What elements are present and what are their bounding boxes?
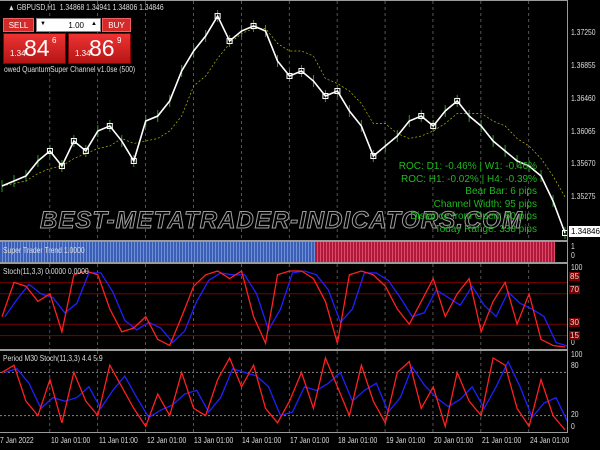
- ohlc-values: 1.34868 1.34941 1.34806 1.34846: [59, 3, 164, 12]
- price-tick: 1.36460: [571, 94, 596, 103]
- buy-price-fraction: 9: [117, 36, 122, 45]
- price-tick: 1.36065: [571, 127, 596, 136]
- time-tick: 11 Jan 01:00: [98, 436, 138, 445]
- stoch-tick: 100: [571, 263, 583, 272]
- stoch-chart: [0, 264, 567, 349]
- today-range: Today Range: 338 pips: [434, 223, 537, 235]
- symbol-timeframe: GBPUSD,H1: [16, 3, 56, 12]
- trend-label: Super Trader Trend 1.0000: [3, 246, 85, 255]
- collapse-arrow-icon[interactable]: ▲: [8, 3, 17, 12]
- trend-down-bar: [315, 242, 555, 262]
- time-tick: 21 Jan 01:00: [481, 436, 522, 445]
- sell-button[interactable]: SELL: [3, 18, 34, 32]
- trend-panel[interactable]: Super Trader Trend 1.0000: [0, 241, 568, 263]
- sell-price-button[interactable]: 1.34 84 6: [3, 33, 66, 64]
- m30-tick: 20: [571, 410, 579, 419]
- mt4-chart-window: ▲ GBPUSD,H1 1.34868 1.34941 1.34806 1.34…: [0, 0, 600, 450]
- level-tag: 30: [569, 318, 580, 327]
- buy-price-button[interactable]: 1.34 86 9: [68, 33, 131, 64]
- chart-header: ▲ GBPUSD,H1 1.34868 1.34941 1.34806 1.34…: [8, 3, 164, 12]
- price-tick: 1.36855: [571, 61, 596, 70]
- time-tick: 13 Jan 01:00: [194, 436, 234, 445]
- bar-type: Bear Bar: 6 pips: [465, 186, 537, 197]
- buy-button[interactable]: BUY: [102, 18, 131, 32]
- m30-stoch-chart: [0, 351, 567, 432]
- level-tag: 15: [569, 331, 580, 340]
- sell-price-fraction: 6: [52, 36, 57, 45]
- m30-axis: 100 80 20 0: [568, 350, 600, 433]
- indicator-label: owed QuantumSuper Channel v1.0se (500): [4, 65, 136, 74]
- time-tick: 12 Jan 01:00: [146, 436, 186, 445]
- buy-price-pips: 86: [89, 35, 115, 61]
- channel-width: Channel Width: 95 pips: [433, 198, 537, 210]
- level-tag: 85: [569, 272, 580, 281]
- level-tag: 70: [569, 285, 580, 294]
- price-tick: 1.35275: [571, 192, 596, 201]
- roc-daily-weekly: ROC: D1: -0.46% | W1: -0.46%: [398, 161, 537, 172]
- m30-stoch-panel[interactable]: Period M30 Stoch(11,3,3) 4.4 5.9: [0, 350, 568, 433]
- increase-lot-icon[interactable]: ▲: [91, 21, 97, 27]
- trend-tick: 0: [571, 251, 575, 260]
- time-tick: 19 Jan 01:00: [386, 436, 426, 445]
- time-tick: 10 Jan 01:00: [50, 436, 91, 445]
- price-tick: 1.37250: [571, 28, 596, 37]
- lot-size-input[interactable]: ▼ 1.00 ▲: [36, 18, 101, 32]
- one-click-trading-panel: SELL ▼ 1.00 ▲ BUY 1.34 84 6 1.34 86 9: [3, 16, 131, 64]
- current-price-tag: 1.34846: [569, 226, 600, 237]
- time-tick: 20 Jan 01:00: [433, 436, 474, 445]
- info-panel: ROC: D1: -0.46% | W1: -0.46% ROC: H1: -0…: [399, 161, 537, 236]
- distance-from-open: Distance from Open: 60 pips: [410, 211, 537, 222]
- time-axis[interactable]: 7 Jan 2022 10 Jan 01:00 11 Jan 01:00 12 Jan…: [0, 433, 570, 450]
- m30-tick: 0: [571, 422, 575, 431]
- signal-line: [4, 360, 567, 423]
- trend-tick: 1: [571, 242, 575, 251]
- price-axis[interactable]: 1.37250 1.36855 1.36460 1.36065 1.35670 …: [568, 0, 600, 241]
- m30-label: Period M30 Stoch(11,3,3) 4.4 5.9: [3, 354, 103, 363]
- m30-tick: 100: [571, 350, 583, 359]
- lot-value[interactable]: 1.00: [68, 21, 84, 30]
- decrease-lot-icon[interactable]: ▼: [40, 21, 46, 27]
- stoch-panel[interactable]: Stoch(11,3,3) 0.0000 0.0000: [0, 263, 568, 350]
- stoch-label: Stoch(11,3,3) 0.0000 0.0000: [3, 267, 89, 276]
- main-chart-panel[interactable]: ▲ GBPUSD,H1 1.34868 1.34941 1.34806 1.34…: [0, 0, 568, 241]
- sell-price-pips: 84: [24, 35, 50, 61]
- time-tick: 18 Jan 01:00: [338, 436, 378, 445]
- time-tick: 17 Jan 01:00: [290, 436, 330, 445]
- trend-axis: 1 0: [568, 241, 600, 263]
- m30-tick: 80: [571, 361, 579, 370]
- time-tick: 14 Jan 01:00: [242, 436, 282, 445]
- price-tick: 1.35670: [571, 159, 596, 168]
- time-tick: 24 Jan 01:00: [529, 436, 570, 445]
- roc-h1-h4: ROC: H1: -0.02% | H4: -0.39%: [401, 173, 537, 185]
- time-tick: 7 Jan 2022: [0, 436, 34, 445]
